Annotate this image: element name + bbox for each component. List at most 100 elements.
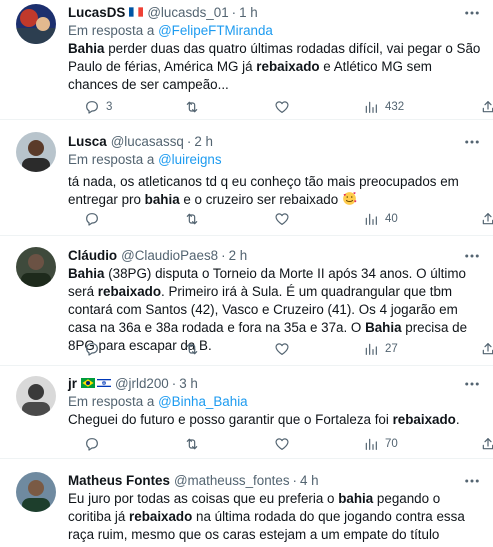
tweet-actions: 3 432 bbox=[84, 98, 493, 116]
avatar[interactable] bbox=[16, 472, 56, 512]
tweet-text: Bahia perder duas das quatro últimas rod… bbox=[68, 40, 481, 94]
reply-mention[interactable]: @FelipeFTMiranda bbox=[158, 23, 273, 38]
like-button[interactable] bbox=[274, 98, 296, 116]
view-count: 70 bbox=[385, 438, 398, 450]
highlighted-keyword: bahia bbox=[144, 192, 180, 207]
display-name[interactable]: LucasDS bbox=[68, 4, 125, 22]
reply-button[interactable] bbox=[84, 340, 106, 358]
reply-prefix: Em resposta a bbox=[68, 152, 155, 167]
share-icon bbox=[482, 101, 493, 113]
reply-context: Em resposta a @luireigns bbox=[68, 151, 481, 169]
highlighted-keyword: bahia bbox=[338, 491, 374, 506]
reply-button[interactable] bbox=[84, 435, 106, 453]
israel-flag-icon bbox=[96, 375, 111, 393]
tweet[interactable]: Lusca @lucasassq · 2 h Em resposta a @lu… bbox=[0, 121, 493, 236]
avatar[interactable] bbox=[16, 4, 56, 44]
timestamp[interactable]: 1 h bbox=[239, 4, 258, 22]
share-button[interactable] bbox=[480, 340, 493, 358]
more-icon[interactable] bbox=[463, 4, 481, 22]
text-segment: . bbox=[455, 412, 460, 427]
user-handle[interactable]: @jrld200 bbox=[115, 375, 169, 393]
brazil-flag-icon bbox=[80, 375, 95, 393]
reply-context: Em resposta a @FelipeFTMiranda bbox=[68, 22, 481, 40]
more-icon[interactable] bbox=[463, 133, 481, 151]
reply-icon bbox=[86, 343, 98, 356]
views-icon bbox=[365, 438, 377, 450]
like-button[interactable] bbox=[274, 435, 296, 453]
tweet-header: LucasDS @lucasds_01 · 1 h bbox=[68, 4, 481, 22]
user-handle[interactable]: @lucasassq bbox=[111, 133, 184, 151]
views-button[interactable]: 70 bbox=[363, 435, 398, 453]
tweet[interactable]: LucasDS @lucasds_01 · 1 h Em resposta a … bbox=[0, 0, 493, 120]
retweet-icon bbox=[186, 438, 198, 450]
text-segment: e o cruzeiro ser rebaixado bbox=[179, 192, 342, 207]
like-button[interactable] bbox=[274, 340, 296, 358]
like-icon bbox=[275, 343, 289, 355]
retweet-button[interactable] bbox=[184, 98, 206, 116]
views-button[interactable]: 432 bbox=[363, 98, 404, 116]
reply-context: Em resposta a @Binha_Bahia bbox=[68, 393, 481, 411]
display-name[interactable]: Cláudio bbox=[68, 247, 117, 265]
tweet-header: Lusca @lucasassq · 2 h bbox=[68, 133, 481, 151]
views-icon bbox=[365, 343, 377, 355]
tweet[interactable]: Cláudio @ClaudioPaes8 · 2 h Bahia (38PG)… bbox=[0, 237, 493, 366]
reply-prefix: Em resposta a bbox=[68, 23, 155, 38]
like-icon bbox=[275, 213, 289, 225]
view-count: 27 bbox=[385, 343, 398, 355]
text-segment: Eu juro por todas as coisas que eu prefe… bbox=[68, 491, 339, 506]
avatar[interactable] bbox=[16, 247, 56, 287]
tweet[interactable]: Matheus Fontes @matheuss_fontes · 4 h Eu… bbox=[0, 460, 493, 547]
share-icon bbox=[482, 213, 493, 225]
timestamp[interactable]: 4 h bbox=[300, 472, 319, 490]
highlighted-keyword: rebaixado bbox=[392, 412, 456, 427]
reply-feed: LucasDS @lucasds_01 · 1 h Em resposta a … bbox=[0, 0, 493, 547]
tweet-actions: 70 bbox=[84, 435, 493, 453]
tweet-header: jr @jrld200 · 3 h bbox=[68, 375, 481, 393]
separator-dot: · bbox=[186, 134, 192, 149]
retweet-icon bbox=[186, 213, 198, 225]
avatar[interactable] bbox=[16, 132, 56, 172]
reply-icon bbox=[86, 438, 98, 451]
reply-button[interactable] bbox=[84, 210, 106, 228]
reply-prefix: Em resposta a bbox=[68, 394, 155, 409]
like-icon bbox=[275, 101, 289, 113]
tweet-header: Cláudio @ClaudioPaes8 · 2 h bbox=[68, 247, 481, 265]
highlighted-keyword: rebaixado bbox=[129, 509, 193, 524]
more-icon[interactable] bbox=[463, 472, 481, 490]
tweet-text: tá nada, os atleticanos td q eu conheço … bbox=[68, 173, 481, 211]
reply-icon bbox=[86, 213, 98, 226]
user-handle[interactable]: @ClaudioPaes8 bbox=[121, 247, 218, 265]
retweet-button[interactable] bbox=[184, 340, 206, 358]
display-name[interactable]: Matheus Fontes bbox=[68, 472, 170, 490]
separator-dot: · bbox=[171, 376, 177, 391]
timestamp[interactable]: 2 h bbox=[194, 133, 213, 151]
display-name[interactable]: Lusca bbox=[68, 133, 107, 151]
tweet[interactable]: jr @jrld200 · 3 h Em resposta a @Binha_B… bbox=[0, 367, 493, 459]
highlighted-keyword: Bahia bbox=[68, 41, 105, 56]
avatar[interactable] bbox=[16, 376, 56, 416]
retweet-button[interactable] bbox=[184, 210, 206, 228]
share-icon bbox=[482, 343, 493, 355]
like-button[interactable] bbox=[274, 210, 296, 228]
reply-mention[interactable]: @Binha_Bahia bbox=[158, 394, 248, 409]
timestamp[interactable]: 2 h bbox=[229, 247, 248, 265]
view-count: 432 bbox=[385, 101, 405, 113]
more-icon[interactable] bbox=[463, 247, 481, 265]
share-button[interactable] bbox=[480, 98, 493, 116]
views-button[interactable]: 40 bbox=[363, 210, 398, 228]
timestamp[interactable]: 3 h bbox=[179, 375, 198, 393]
tweet-actions: 40 bbox=[84, 210, 493, 228]
reply-mention[interactable]: @luireigns bbox=[158, 152, 221, 167]
retweet-button[interactable] bbox=[184, 435, 206, 453]
user-handle[interactable]: @lucasds_01 bbox=[147, 4, 228, 22]
views-button[interactable]: 27 bbox=[363, 340, 398, 358]
share-button[interactable] bbox=[480, 210, 493, 228]
highlighted-keyword: rebaixado bbox=[97, 284, 162, 299]
reply-count: 3 bbox=[106, 101, 113, 113]
user-handle[interactable]: @matheuss_fontes bbox=[174, 472, 290, 490]
more-icon[interactable] bbox=[463, 375, 481, 393]
share-button[interactable] bbox=[480, 435, 493, 453]
views-icon bbox=[365, 213, 377, 225]
display-name[interactable]: jr bbox=[68, 375, 77, 393]
reply-button[interactable]: 3 bbox=[84, 98, 112, 116]
